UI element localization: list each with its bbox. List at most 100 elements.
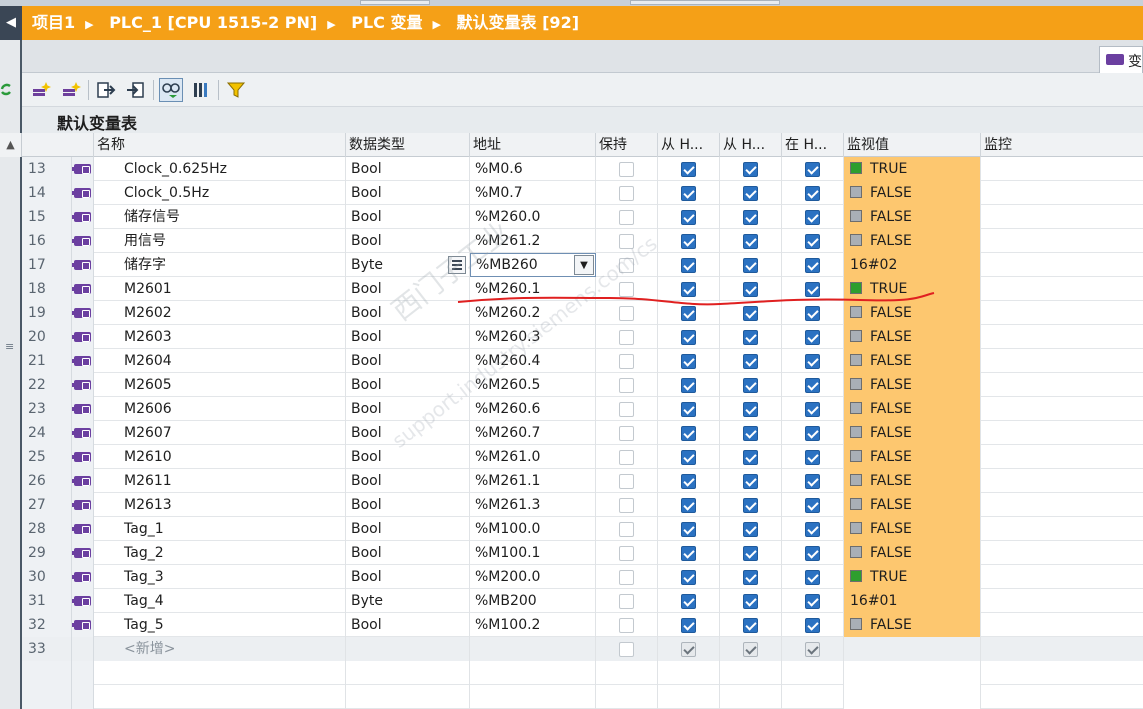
checkbox-icon[interactable] (743, 618, 758, 633)
checkbox-icon[interactable] (619, 162, 634, 177)
tag-address[interactable]: %M0.6 (470, 157, 596, 181)
checkbox-icon[interactable] (805, 570, 820, 585)
checkbox-icon[interactable] (619, 258, 634, 273)
checkbox-icon[interactable] (805, 546, 820, 561)
tag-name[interactable]: M2604 (94, 349, 346, 373)
tag-address[interactable]: %M100.2 (470, 613, 596, 637)
checkbox-icon[interactable] (681, 642, 696, 657)
tag-name[interactable]: 用信号 (94, 229, 346, 253)
checkbox-icon[interactable] (681, 258, 696, 273)
checkbox-icon[interactable] (681, 570, 696, 585)
tag-name[interactable]: 储存信号 (94, 205, 346, 229)
table-row[interactable]: 21 M2604 Bool %M260.4 FALSE (22, 349, 1143, 373)
header-accessible-hmi[interactable]: 从 H... (658, 133, 720, 157)
tag-address[interactable]: %M260.5 (470, 373, 596, 397)
tag-address[interactable]: %M260.4 (470, 349, 596, 373)
checkbox-icon[interactable] (681, 306, 696, 321)
checkbox-icon[interactable] (743, 426, 758, 441)
checkbox-icon[interactable] (681, 546, 696, 561)
tag-name[interactable]: Tag_4 (94, 589, 346, 613)
tag-name[interactable]: Clock_0.5Hz (94, 181, 346, 205)
control-value[interactable] (981, 205, 1143, 229)
tag-name[interactable]: M2606 (94, 397, 346, 421)
tag-datatype[interactable]: Bool (346, 181, 470, 205)
checkbox-icon[interactable] (805, 450, 820, 465)
tag-datatype[interactable]: Bool (346, 397, 470, 421)
filter-icon[interactable] (224, 78, 248, 102)
new-row[interactable]: 33 <新增> (22, 637, 1143, 661)
control-value[interactable] (981, 301, 1143, 325)
checkbox-icon[interactable] (805, 426, 820, 441)
tag-datatype[interactable]: Byte (346, 589, 470, 613)
tag-name[interactable]: M2603 (94, 325, 346, 349)
table-row[interactable]: 32 Tag_5 Bool %M100.2 FALSE (22, 613, 1143, 637)
tag-datatype[interactable]: Bool (346, 493, 470, 517)
checkbox-icon[interactable] (619, 474, 634, 489)
tag-address[interactable]: %M260.2 (470, 301, 596, 325)
checkbox-icon[interactable] (619, 570, 634, 585)
checkbox-icon[interactable] (743, 258, 758, 273)
checkbox-icon[interactable] (743, 522, 758, 537)
tag-address[interactable]: %M260.0 (470, 205, 596, 229)
table-row[interactable]: 26 M2611 Bool %M261.1 FALSE (22, 469, 1143, 493)
checkbox-icon[interactable] (619, 186, 634, 201)
tag-address[interactable]: %M260.7 (470, 421, 596, 445)
control-value[interactable] (981, 445, 1143, 469)
tag-datatype[interactable]: Bool (346, 469, 470, 493)
checkbox-icon[interactable] (681, 378, 696, 393)
tag-datatype[interactable]: Bool (346, 541, 470, 565)
checkbox-icon[interactable] (681, 354, 696, 369)
add-new-tag[interactable]: <新增> (94, 637, 346, 661)
header-retain[interactable]: 保持 (596, 133, 658, 157)
tag-address[interactable]: %M100.1 (470, 541, 596, 565)
tag-address[interactable]: %MB200 (470, 589, 596, 613)
table-row[interactable]: 18 M2601 Bool %M260.1 TRUE (22, 277, 1143, 301)
header-visible-hmi[interactable]: 在 H... (782, 133, 844, 157)
checkbox-icon[interactable] (681, 498, 696, 513)
checkbox-icon[interactable] (681, 594, 696, 609)
tag-datatype[interactable]: Bool (346, 325, 470, 349)
header-address[interactable]: 地址 (470, 133, 596, 157)
checkbox-icon[interactable] (743, 306, 758, 321)
table-row[interactable]: 19 M2602 Bool %M260.2 FALSE (22, 301, 1143, 325)
checkbox-icon[interactable] (619, 282, 634, 297)
checkbox-icon[interactable] (805, 642, 820, 657)
tag-name[interactable]: Tag_3 (94, 565, 346, 589)
tag-name[interactable]: M2605 (94, 373, 346, 397)
tag-datatype[interactable]: Bool (346, 517, 470, 541)
checkbox-icon[interactable] (743, 354, 758, 369)
table-row[interactable]: 25 M2610 Bool %M261.0 FALSE (22, 445, 1143, 469)
checkbox-icon[interactable] (743, 378, 758, 393)
header-monitor-value[interactable]: 监视值 (844, 133, 981, 157)
checkbox-icon[interactable] (619, 330, 634, 345)
table-row[interactable]: 28 Tag_1 Bool %M100.0 FALSE (22, 517, 1143, 541)
checkbox-icon[interactable] (743, 330, 758, 345)
checkbox-icon[interactable] (681, 522, 696, 537)
tag-address[interactable]: %M0.7 (470, 181, 596, 205)
import-icon[interactable] (124, 78, 148, 102)
checkbox-icon[interactable] (743, 234, 758, 249)
header-control[interactable]: 监控 (981, 133, 1143, 157)
checkbox-icon[interactable] (619, 234, 634, 249)
checkbox-icon[interactable] (805, 210, 820, 225)
chevron-down-icon[interactable]: ▼ (574, 255, 594, 275)
checkbox-icon[interactable] (681, 186, 696, 201)
checkbox-icon[interactable] (743, 450, 758, 465)
checkbox-icon[interactable] (681, 426, 696, 441)
checkbox-icon[interactable] (619, 402, 634, 417)
checkbox-icon[interactable] (619, 618, 634, 633)
tag-name[interactable]: M2610 (94, 445, 346, 469)
breadcrumb-project[interactable]: 项目1 (32, 13, 75, 32)
control-value[interactable] (981, 421, 1143, 445)
export-icon[interactable] (94, 78, 118, 102)
control-value[interactable] (981, 469, 1143, 493)
checkbox-icon[interactable] (743, 498, 758, 513)
control-value[interactable] (981, 277, 1143, 301)
checkbox-icon[interactable] (805, 522, 820, 537)
tag-address[interactable]: %M260.3 (470, 325, 596, 349)
control-value[interactable] (981, 349, 1143, 373)
checkbox-icon[interactable] (805, 330, 820, 345)
tag-datatype[interactable]: Bool (346, 349, 470, 373)
tag-name[interactable]: M2613 (94, 493, 346, 517)
control-value[interactable] (981, 157, 1143, 181)
